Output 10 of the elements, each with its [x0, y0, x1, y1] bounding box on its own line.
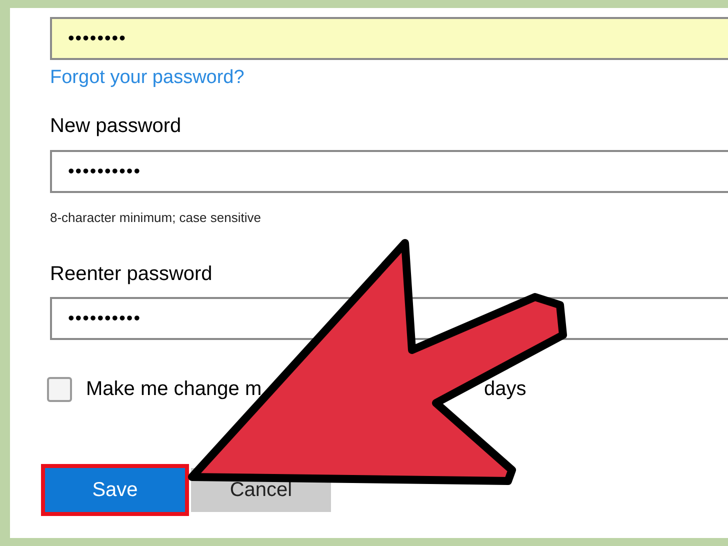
save-button[interactable]: Save — [45, 468, 185, 512]
field-label: New password — [50, 114, 182, 138]
checkbox-label: Make me change m — [86, 377, 263, 402]
forgot-password-link[interactable]: Forgot your password? — [50, 64, 244, 92]
checkbox[interactable] — [47, 376, 72, 402]
password-field[interactable]: •••••••• — [50, 17, 728, 60]
password-field[interactable]: •••••••••• — [50, 150, 728, 192]
hint-text: 8-character minimum; case sensitive — [50, 208, 261, 226]
field-label: Reenter password — [50, 262, 212, 287]
checkbox-label: days — [484, 377, 528, 402]
